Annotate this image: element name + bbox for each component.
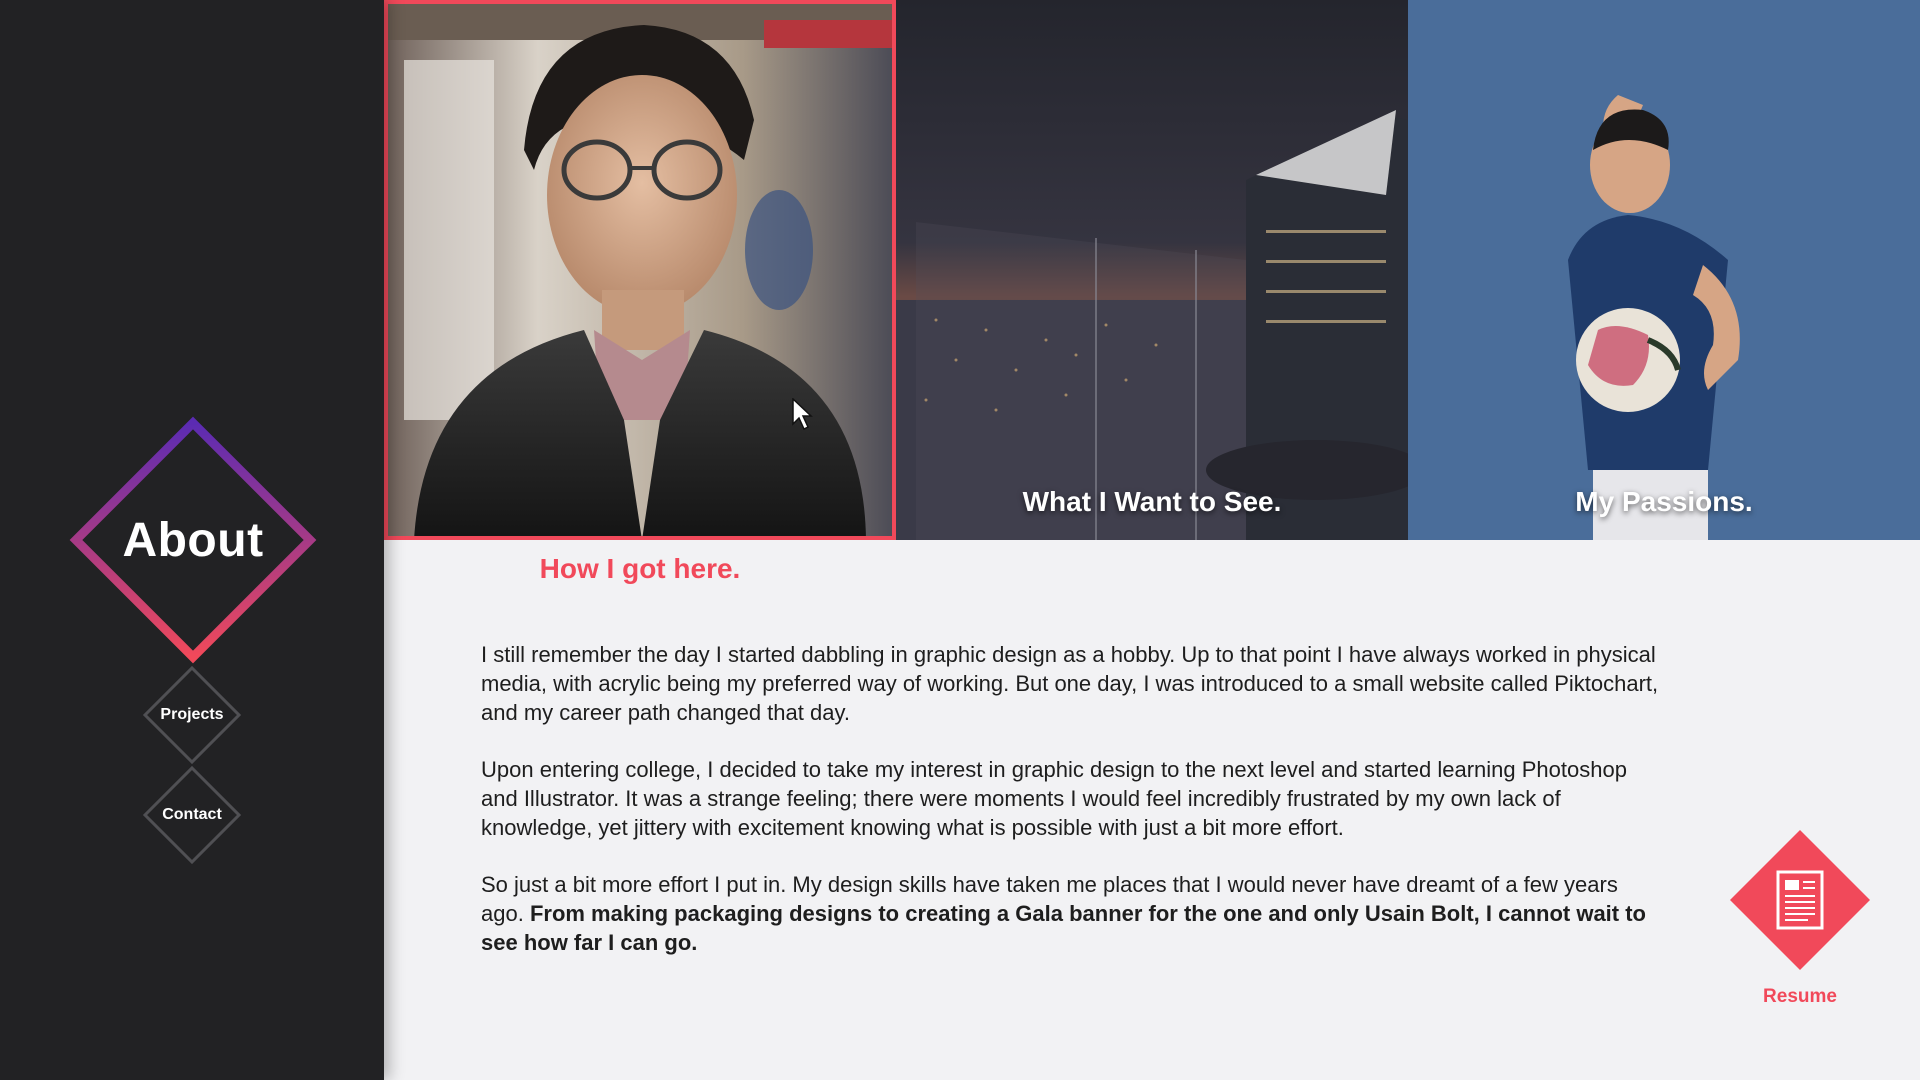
paragraph: Upon entering college, I decided to take… (481, 757, 1627, 840)
sidebar: About Projects Contact (0, 0, 384, 1080)
tile-my-passions[interactable]: My Passions. (1408, 0, 1920, 540)
paragraph-bold-text: From making packaging designs to creatin… (481, 901, 1646, 955)
nav-contact-label: Contact (162, 806, 222, 823)
nav-projects-label: Projects (160, 706, 224, 723)
nav-projects[interactable]: Projects (142, 665, 242, 765)
about-nav-diamond[interactable]: About (68, 415, 318, 665)
city-photo (896, 0, 1408, 540)
paragraph: So just a bit more effort I put in. My d… (481, 870, 1661, 957)
document-icon (1730, 830, 1870, 970)
active-tile-caption: How I got here. (539, 553, 741, 584)
tile-caption: My Passions. (1575, 486, 1753, 517)
about-label: About (122, 513, 264, 567)
paragraph: I still remember the day I started dabbl… (481, 642, 1659, 725)
nav-contact[interactable]: Contact (142, 765, 242, 865)
tile-what-i-want-to-see[interactable]: What I Want to See. (896, 0, 1408, 540)
mouse-cursor-icon (792, 398, 813, 431)
tile-caption: What I Want to See. (1022, 486, 1282, 517)
resume-label: Resume (1763, 986, 1837, 1007)
tile-how-i-got-here[interactable] (384, 0, 896, 540)
about-text: I still remember the day I started dabbl… (481, 640, 1661, 985)
resume-button[interactable]: Resume (1728, 828, 1872, 1008)
active-tile-frame (384, 0, 896, 540)
soccer-photo (1408, 0, 1920, 540)
